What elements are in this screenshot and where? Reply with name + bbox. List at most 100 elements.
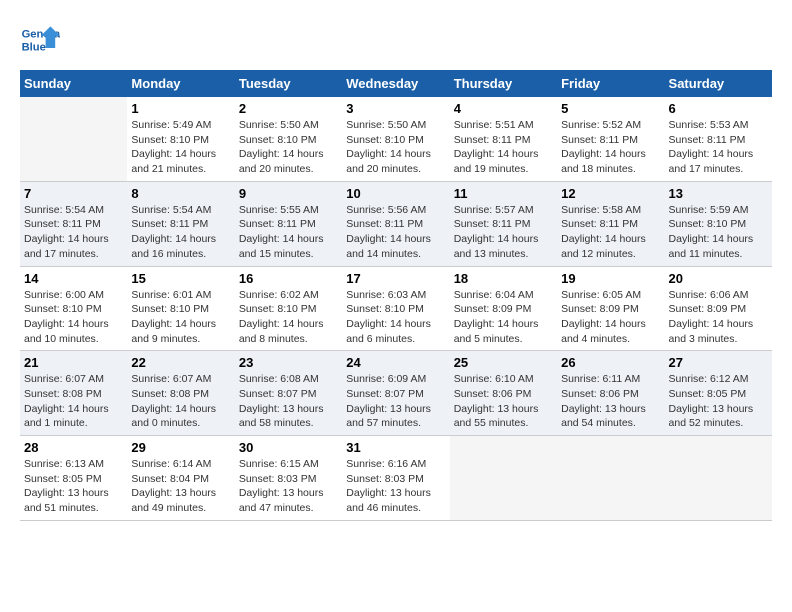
col-sunday: Sunday <box>20 70 127 97</box>
day-cell: 24 Sunrise: 6:09 AM Sunset: 8:07 PM Dayli… <box>342 351 449 436</box>
col-tuesday: Tuesday <box>235 70 342 97</box>
day-number: 6 <box>669 101 768 116</box>
day-cell <box>450 436 557 521</box>
day-number: 4 <box>454 101 553 116</box>
day-info: Sunrise: 6:08 AM Sunset: 8:07 PM Dayligh… <box>239 372 338 431</box>
day-cell: 13Sunrise: 5:59 AM Sunset: 8:10 PM Dayli… <box>665 181 772 266</box>
day-number: 26 <box>561 355 660 370</box>
svg-text:Blue: Blue <box>22 41 46 53</box>
week-row-2: 7 Sunrise: 5:54 AM Sunset: 8:11 PM Daylig… <box>20 181 772 266</box>
day-cell: 22 Sunrise: 6:07 AM Sunset: 8:08 PM Dayli… <box>127 351 234 436</box>
day-info: Sunrise: 6:14 AM Sunset: 8:04 PM Dayligh… <box>131 457 230 516</box>
day-cell: 28Sunrise: 6:13 AM Sunset: 8:05 PM Dayli… <box>20 436 127 521</box>
day-info: Sunrise: 6:10 AM Sunset: 8:06 PM Dayligh… <box>454 372 553 431</box>
day-number: 1 <box>131 101 230 116</box>
day-info: Sunrise: 5:50 AM Sunset: 8:10 PM Dayligh… <box>346 118 445 177</box>
day-number: 27 <box>669 355 768 370</box>
day-number: 11 <box>454 186 553 201</box>
day-cell: 25 Sunrise: 6:10 AM Sunset: 8:06 PM Dayli… <box>450 351 557 436</box>
day-number: 3 <box>346 101 445 116</box>
day-number: 31 <box>346 440 445 455</box>
day-number: 7 <box>24 186 123 201</box>
col-monday: Monday <box>127 70 234 97</box>
day-cell: 16 Sunrise: 6:02 AM Sunset: 8:10 PM Dayli… <box>235 266 342 351</box>
week-row-4: 21 Sunrise: 6:07 AM Sunset: 8:08 PM Dayli… <box>20 351 772 436</box>
day-number: 9 <box>239 186 338 201</box>
day-cell: 10Sunrise: 5:56 AM Sunset: 8:11 PM Dayli… <box>342 181 449 266</box>
day-info: Sunrise: 6:06 AM Sunset: 8:09 PM Dayligh… <box>669 288 768 347</box>
day-info: Sunrise: 5:52 AM Sunset: 8:11 PM Dayligh… <box>561 118 660 177</box>
day-number: 18 <box>454 271 553 286</box>
day-info: Sunrise: 5:57 AM Sunset: 8:11 PM Dayligh… <box>454 203 553 262</box>
day-info: Sunrise: 6:04 AM Sunset: 8:09 PM Dayligh… <box>454 288 553 347</box>
day-cell <box>665 436 772 521</box>
day-cell <box>20 97 127 181</box>
day-cell: 26 Sunrise: 6:11 AM Sunset: 8:06 PM Dayli… <box>557 351 664 436</box>
day-number: 29 <box>131 440 230 455</box>
day-cell: 27 Sunrise: 6:12 AM Sunset: 8:05 PM Dayli… <box>665 351 772 436</box>
day-info: Sunrise: 6:12 AM Sunset: 8:05 PM Dayligh… <box>669 372 768 431</box>
day-info: Sunrise: 5:59 AM Sunset: 8:10 PM Dayligh… <box>669 203 768 262</box>
day-info: Sunrise: 5:51 AM Sunset: 8:11 PM Dayligh… <box>454 118 553 177</box>
col-thursday: Thursday <box>450 70 557 97</box>
day-number: 21 <box>24 355 123 370</box>
day-cell: 3 Sunrise: 5:50 AM Sunset: 8:10 PM Daylig… <box>342 97 449 181</box>
day-info: Sunrise: 6:03 AM Sunset: 8:10 PM Dayligh… <box>346 288 445 347</box>
day-info: Sunrise: 6:00 AM Sunset: 8:10 PM Dayligh… <box>24 288 123 347</box>
day-cell: 20 Sunrise: 6:06 AM Sunset: 8:09 PM Dayli… <box>665 266 772 351</box>
day-info: Sunrise: 6:13 AM Sunset: 8:05 PM Dayligh… <box>24 457 123 516</box>
day-cell: 8 Sunrise: 5:54 AM Sunset: 8:11 PM Daylig… <box>127 181 234 266</box>
day-cell: 31Sunrise: 6:16 AM Sunset: 8:03 PM Dayli… <box>342 436 449 521</box>
day-cell: 4 Sunrise: 5:51 AM Sunset: 8:11 PM Daylig… <box>450 97 557 181</box>
col-saturday: Saturday <box>665 70 772 97</box>
day-info: Sunrise: 5:50 AM Sunset: 8:10 PM Dayligh… <box>239 118 338 177</box>
day-number: 10 <box>346 186 445 201</box>
day-cell: 6 Sunrise: 5:53 AM Sunset: 8:11 PM Daylig… <box>665 97 772 181</box>
day-info: Sunrise: 5:53 AM Sunset: 8:11 PM Dayligh… <box>669 118 768 177</box>
day-info: Sunrise: 6:15 AM Sunset: 8:03 PM Dayligh… <box>239 457 338 516</box>
calendar-table: SundayMondayTuesdayWednesdayThursdayFrid… <box>20 70 772 521</box>
day-cell: 5 Sunrise: 5:52 AM Sunset: 8:11 PM Daylig… <box>557 97 664 181</box>
day-cell: 14Sunrise: 6:00 AM Sunset: 8:10 PM Dayli… <box>20 266 127 351</box>
day-number: 16 <box>239 271 338 286</box>
day-info: Sunrise: 5:49 AM Sunset: 8:10 PM Dayligh… <box>131 118 230 177</box>
day-cell: 17Sunrise: 6:03 AM Sunset: 8:10 PM Dayli… <box>342 266 449 351</box>
day-cell <box>557 436 664 521</box>
day-info: Sunrise: 6:09 AM Sunset: 8:07 PM Dayligh… <box>346 372 445 431</box>
day-cell: 2 Sunrise: 5:50 AM Sunset: 8:10 PM Daylig… <box>235 97 342 181</box>
day-number: 12 <box>561 186 660 201</box>
logo-icon: General Blue <box>20 20 60 60</box>
day-info: Sunrise: 6:07 AM Sunset: 8:08 PM Dayligh… <box>131 372 230 431</box>
day-cell: 21 Sunrise: 6:07 AM Sunset: 8:08 PM Dayli… <box>20 351 127 436</box>
day-cell: 7 Sunrise: 5:54 AM Sunset: 8:11 PM Daylig… <box>20 181 127 266</box>
day-info: Sunrise: 6:07 AM Sunset: 8:08 PM Dayligh… <box>24 372 123 431</box>
day-cell: 15 Sunrise: 6:01 AM Sunset: 8:10 PM Dayli… <box>127 266 234 351</box>
day-info: Sunrise: 6:05 AM Sunset: 8:09 PM Dayligh… <box>561 288 660 347</box>
day-info: Sunrise: 5:54 AM Sunset: 8:11 PM Dayligh… <box>131 203 230 262</box>
day-number: 22 <box>131 355 230 370</box>
day-info: Sunrise: 6:02 AM Sunset: 8:10 PM Dayligh… <box>239 288 338 347</box>
day-info: Sunrise: 5:55 AM Sunset: 8:11 PM Dayligh… <box>239 203 338 262</box>
day-cell: 9 Sunrise: 5:55 AM Sunset: 8:11 PM Daylig… <box>235 181 342 266</box>
day-cell: 11 Sunrise: 5:57 AM Sunset: 8:11 PM Dayli… <box>450 181 557 266</box>
day-cell: 18 Sunrise: 6:04 AM Sunset: 8:09 PM Dayli… <box>450 266 557 351</box>
day-number: 15 <box>131 271 230 286</box>
day-number: 20 <box>669 271 768 286</box>
col-wednesday: Wednesday <box>342 70 449 97</box>
day-number: 24 <box>346 355 445 370</box>
week-row-1: 1 Sunrise: 5:49 AM Sunset: 8:10 PM Daylig… <box>20 97 772 181</box>
week-row-3: 14Sunrise: 6:00 AM Sunset: 8:10 PM Dayli… <box>20 266 772 351</box>
day-info: Sunrise: 5:54 AM Sunset: 8:11 PM Dayligh… <box>24 203 123 262</box>
day-cell: 30 Sunrise: 6:15 AM Sunset: 8:03 PM Dayli… <box>235 436 342 521</box>
day-cell: 19Sunrise: 6:05 AM Sunset: 8:09 PM Dayli… <box>557 266 664 351</box>
day-number: 23 <box>239 355 338 370</box>
day-number: 2 <box>239 101 338 116</box>
day-number: 30 <box>239 440 338 455</box>
day-info: Sunrise: 6:01 AM Sunset: 8:10 PM Dayligh… <box>131 288 230 347</box>
day-number: 5 <box>561 101 660 116</box>
day-number: 25 <box>454 355 553 370</box>
day-info: Sunrise: 6:11 AM Sunset: 8:06 PM Dayligh… <box>561 372 660 431</box>
day-number: 8 <box>131 186 230 201</box>
col-friday: Friday <box>557 70 664 97</box>
day-cell: 12Sunrise: 5:58 AM Sunset: 8:11 PM Dayli… <box>557 181 664 266</box>
